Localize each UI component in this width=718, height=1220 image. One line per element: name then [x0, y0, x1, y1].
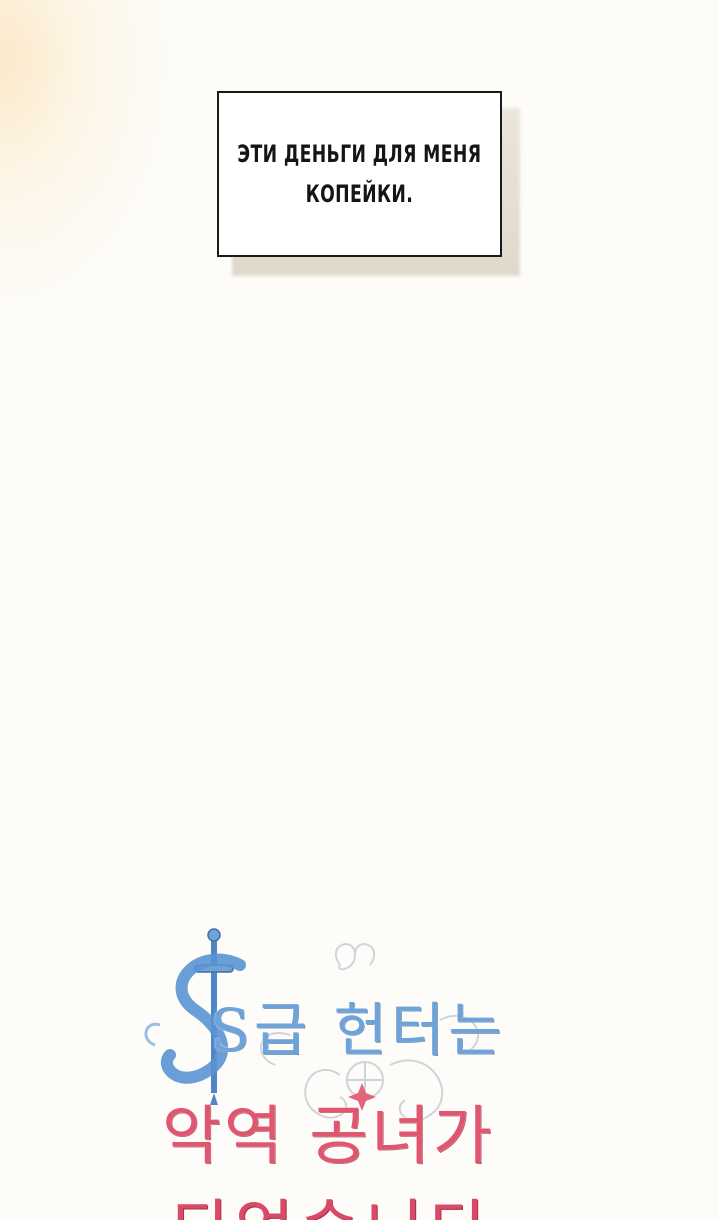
logo-title-line-2: 악역 공녀가	[162, 1100, 495, 1174]
narration-caption-text: ЭТИ ДЕНЬГИ ДЛЯ МЕНЯ КОПЕЙКИ.	[238, 134, 482, 214]
series-title-logo: S급 헌터는 악역 공녀가 되었습니다	[140, 925, 610, 1220]
caption-line-2: КОПЕЙКИ.	[305, 180, 414, 208]
comic-page: ЭТИ ДЕНЬГИ ДЛЯ МЕНЯ КОПЕЙКИ. S급 헌터는 악역 공…	[0, 0, 718, 1220]
logo-title-line-3: 되었습니다	[170, 1179, 494, 1220]
caption-line-1: ЭТИ ДЕНЬГИ ДЛЯ МЕНЯ	[237, 140, 482, 168]
narration-caption-box: ЭТИ ДЕНЬГИ ДЛЯ МЕНЯ КОПЕЙКИ.	[217, 91, 502, 257]
logo-title-line-1: S급 헌터는	[210, 996, 506, 1064]
